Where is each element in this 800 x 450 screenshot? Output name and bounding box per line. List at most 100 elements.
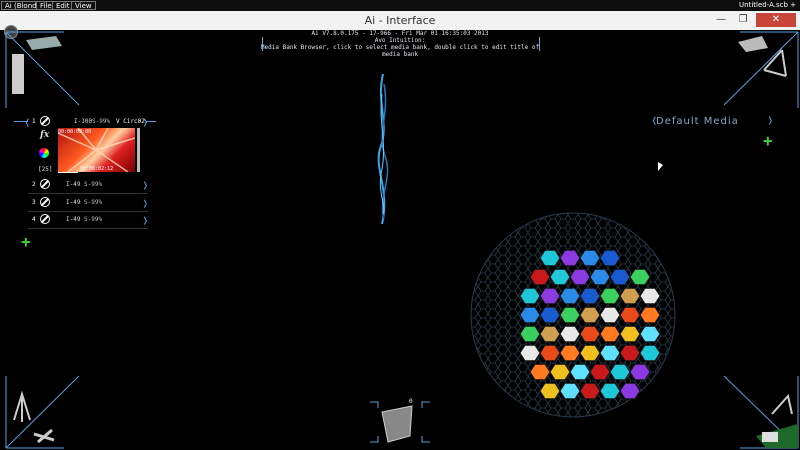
media-tile[interactable] [549,268,571,286]
media-tile[interactable] [579,249,601,267]
deck-link-line-left [14,121,28,122]
clip-count: [25] [38,166,53,173]
layer-number: 3 [32,199,36,206]
media-tile[interactable] [539,287,561,305]
layer-level: I-49 [66,181,81,188]
media-tile[interactable] [599,344,621,362]
mouse-cursor [658,162,663,171]
media-next-chevron[interactable]: ❭ [767,114,774,127]
light-icon [771,393,793,415]
deck-layer-4[interactable]: 4 I-49 S-99% [28,213,148,229]
media-tile[interactable] [539,344,561,362]
layer-level: I-49 [66,216,81,223]
top-right-corner-panel[interactable] [716,30,800,110]
menu-view[interactable]: View [71,1,96,10]
color-wheel-icon[interactable] [39,148,49,158]
media-tile[interactable] [559,344,581,362]
media-tile[interactable] [539,382,561,400]
media-tile[interactable] [559,306,581,324]
minimize-button[interactable]: — [710,13,732,27]
media-tile[interactable] [609,268,631,286]
media-tile[interactable] [519,325,541,343]
media-tile[interactable] [599,249,621,267]
media-tile[interactable] [579,344,601,362]
media-bank-title[interactable]: Default Media [656,116,739,127]
media-tile[interactable] [629,268,651,286]
media-tile[interactable] [639,287,661,305]
ban-icon[interactable] [40,214,50,224]
media-tile[interactable] [569,268,591,286]
add-layer-button[interactable]: + [21,232,31,251]
time-start: 00:00:00:00 [58,129,92,135]
fx-button[interactable]: fx [40,130,49,140]
media-tile[interactable] [599,325,621,343]
media-tile[interactable] [519,344,541,362]
audio-waveform [377,74,389,224]
media-tile[interactable] [539,249,561,267]
top-left-corner-panel[interactable] [4,30,84,110]
media-tile[interactable] [559,249,581,267]
layer-speed: S-99% [84,199,103,206]
media-tile[interactable] [619,325,641,343]
bottom-right-corner-panel[interactable] [716,374,800,450]
media-tile[interactable] [559,287,581,305]
clip-level-bar[interactable] [137,128,140,172]
layer-speed: S-99% [84,216,103,223]
media-tile[interactable] [579,306,601,324]
media-tile[interactable] [559,325,581,343]
media-tile[interactable] [609,363,631,381]
layer-2-chevron[interactable]: ❭ [142,179,149,192]
add-media-button[interactable]: + [763,131,773,150]
ban-icon[interactable] [40,116,50,126]
layer-number: 2 [32,181,36,188]
ban-icon[interactable] [40,179,50,189]
media-tile[interactable] [599,287,621,305]
bottom-left-corner-panel[interactable] [4,374,84,450]
layer-speed: S-99% [84,181,103,188]
media-tile[interactable] [639,325,661,343]
media-tile[interactable] [539,306,561,324]
layer-speed: S-99% [92,118,111,125]
stand-icon [763,49,787,77]
maximize-button[interactable]: ❐ [732,13,754,27]
layer-level: I-49 [66,199,81,206]
media-tile[interactable] [639,344,661,362]
layer-4-chevron[interactable]: ❭ [142,214,149,227]
media-tile[interactable] [619,287,641,305]
layer-3-chevron[interactable]: ❭ [142,197,149,210]
layer-level: I-100 [74,118,93,125]
media-tile[interactable] [579,287,601,305]
media-sphere[interactable] [468,210,678,420]
window-titlebar: Ai - Interface — ❐ ✕ [0,11,800,39]
media-tile[interactable] [599,382,621,400]
media-tile[interactable] [629,363,651,381]
media-tile[interactable] [539,325,561,343]
media-tile[interactable] [599,306,621,324]
output-preview-panel[interactable] [366,398,434,446]
media-tile[interactable] [569,363,591,381]
time-end: 00:00:02:12 [80,166,114,172]
ban-icon[interactable] [40,197,50,207]
media-tile[interactable] [559,382,581,400]
media-tile[interactable] [639,306,661,324]
media-tile[interactable] [579,382,601,400]
media-tile[interactable] [519,287,541,305]
media-tile[interactable] [619,306,641,324]
media-tile[interactable] [619,344,641,362]
preview-counter: 0 [409,398,413,405]
media-tile[interactable] [579,325,601,343]
header-frame [262,37,540,51]
media-tile[interactable] [549,363,571,381]
media-tile[interactable] [529,268,551,286]
easel-icon [13,390,31,422]
media-tile[interactable] [519,306,541,324]
media-tile[interactable] [589,268,611,286]
media-tile[interactable] [619,382,641,400]
projector-icon [26,36,62,50]
deck-layer-3[interactable]: 3 I-49 S-99% [28,196,148,212]
media-tile[interactable] [529,363,551,381]
clip-progress [58,172,78,173]
deck-layer-2[interactable]: 2 I-49 S-99% [28,178,148,194]
close-button[interactable]: ✕ [756,13,796,27]
media-tile[interactable] [589,363,611,381]
